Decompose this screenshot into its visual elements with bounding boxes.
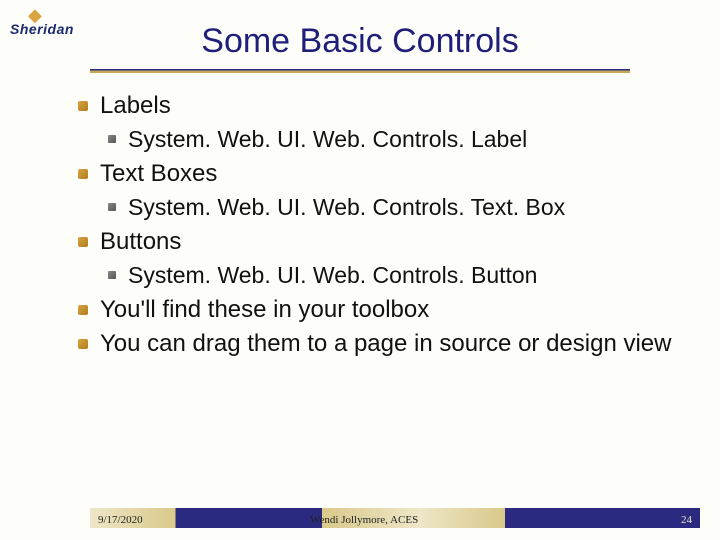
slide-title: Some Basic Controls bbox=[0, 0, 720, 61]
subbullet-textboxes-class: System. Web. UI. Web. Controls. Text. Bo… bbox=[128, 193, 680, 223]
bullet-text: Buttons bbox=[100, 228, 181, 255]
footer-author: Wendi Jollymore, ACES bbox=[310, 514, 418, 526]
footer-date: 9/17/2020 bbox=[98, 514, 143, 526]
bullet-textboxes: Text Boxes bbox=[100, 159, 680, 189]
bullet-text: Labels bbox=[100, 92, 171, 119]
square-bullet-icon bbox=[78, 339, 88, 349]
bullet-drag: You can drag them to a page in source or… bbox=[100, 329, 680, 359]
square-bullet-icon bbox=[78, 101, 88, 111]
bullet-text: Text Boxes bbox=[100, 160, 217, 187]
square-bullet-icon bbox=[78, 237, 88, 247]
bullet-buttons: Buttons bbox=[100, 227, 680, 257]
subbullet-text: System. Web. UI. Web. Controls. Text. Bo… bbox=[128, 194, 565, 220]
subbullet-buttons-class: System. Web. UI. Web. Controls. Button bbox=[128, 261, 680, 291]
subbullet-text: System. Web. UI. Web. Controls. Button bbox=[128, 262, 537, 288]
square-bullet-icon bbox=[78, 169, 88, 179]
subbullet-text: System. Web. UI. Web. Controls. Label bbox=[128, 126, 527, 152]
square-bullet-icon bbox=[78, 305, 88, 315]
subbullet-labels-class: System. Web. UI. Web. Controls. Label bbox=[128, 125, 680, 155]
slide-body: Labels System. Web. UI. Web. Controls. L… bbox=[0, 73, 720, 359]
sheridan-logo: ◆ Sheridan bbox=[10, 6, 74, 37]
bullet-toolbox: You'll find these in your toolbox bbox=[100, 295, 680, 325]
square-bullet-icon bbox=[108, 271, 116, 279]
logo-text: Sheridan bbox=[10, 21, 74, 37]
bullet-labels: Labels bbox=[100, 91, 680, 121]
square-bullet-icon bbox=[108, 135, 116, 143]
footer-page-number: 24 bbox=[681, 514, 692, 526]
square-bullet-icon bbox=[108, 203, 116, 211]
bullet-text: You can drag them to a page in source or… bbox=[100, 330, 671, 357]
bullet-text: You'll find these in your toolbox bbox=[100, 296, 429, 323]
